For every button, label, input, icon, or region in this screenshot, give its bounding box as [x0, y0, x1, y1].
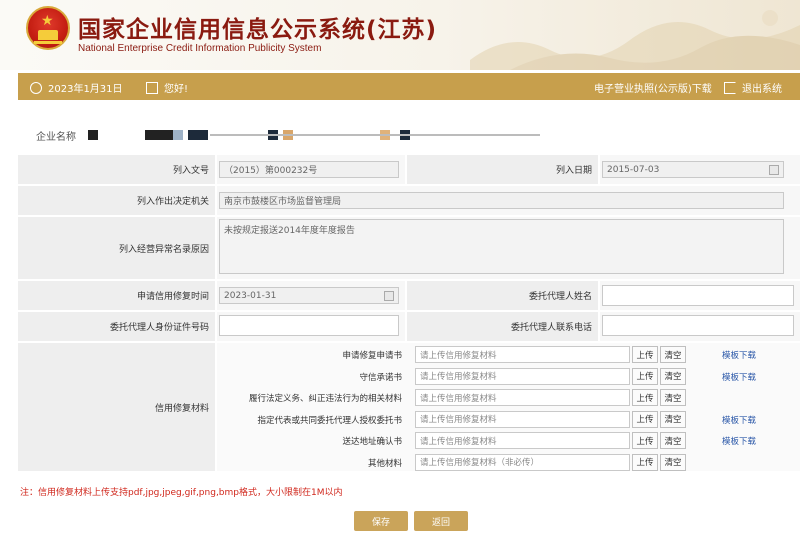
- template-download-link[interactable]: 模板下载: [722, 349, 756, 361]
- save-button[interactable]: 保存: [354, 511, 408, 531]
- redaction-block: [88, 130, 98, 140]
- agent-phone-label: 委托代理人联系电话: [407, 312, 598, 341]
- upload-note: 注：信用修复材料上传支持pdf,jpg,jpeg,gif,png,bmp格式，大…: [20, 488, 343, 498]
- material-file-input[interactable]: 请上传信用修复材料: [415, 389, 630, 406]
- clear-button[interactable]: 清空: [660, 389, 686, 406]
- date-text: 2023年1月31日: [48, 84, 123, 95]
- listed-doc-field: （2015）第000232号: [219, 161, 399, 178]
- listed-doc-label: 列入文号: [18, 155, 215, 184]
- upload-button[interactable]: 上传: [632, 389, 658, 406]
- material-file-input[interactable]: 请上传信用修复材料: [415, 346, 630, 363]
- apply-time-value: 2023-01-31: [224, 290, 277, 301]
- upload-button[interactable]: 上传: [632, 453, 658, 471]
- national-emblem-icon: ★: [26, 6, 70, 50]
- material-label: 履行法定义务、纠正违法行为的相关材料: [248, 394, 402, 404]
- agent-name-input[interactable]: [602, 285, 794, 306]
- material-label: 送达地址确认书: [342, 437, 402, 447]
- back-button[interactable]: 返回: [414, 511, 468, 531]
- logout-icon: [724, 81, 736, 94]
- listed-date-label: 列入日期: [407, 155, 598, 184]
- user-icon: [146, 81, 158, 94]
- template-download-link[interactable]: 模板下载: [722, 371, 756, 383]
- license-download-link[interactable]: 电子营业执照(公示版)下载: [594, 80, 712, 95]
- upload-button[interactable]: 上传: [632, 367, 658, 385]
- clear-button[interactable]: 清空: [660, 367, 686, 385]
- clear-button[interactable]: 清空: [660, 410, 686, 428]
- header-banner: ★ 国家企业信用信息公示系统(江苏) National Enterprise C…: [0, 0, 800, 70]
- material-label: 指定代表或共同委托代理人授权委托书: [257, 415, 402, 426]
- redaction-line: [210, 134, 540, 136]
- upload-button[interactable]: 上传: [632, 410, 658, 428]
- listed-date-field: 2015-07-03: [602, 161, 784, 178]
- apply-time-label: 申请信用修复时间: [18, 281, 215, 310]
- material-file-input[interactable]: 请上传信用修复材料: [415, 367, 630, 385]
- clear-button[interactable]: 清空: [660, 432, 686, 449]
- reason-field: 未按规定报送2014年度年度报告: [219, 219, 784, 274]
- listed-date-value: 2015-07-03: [607, 164, 660, 175]
- agent-name-label: 委托代理人姓名: [407, 281, 598, 310]
- landscape-decoration: [470, 10, 800, 70]
- redaction-block: [188, 130, 208, 140]
- apply-time-field: 2023-01-31: [219, 287, 399, 304]
- material-label: 其他材料: [367, 458, 402, 469]
- material-file-input[interactable]: 请上传信用修复材料: [415, 410, 630, 428]
- material-file-input[interactable]: 请上传信用修复材料（非必传）: [415, 453, 630, 471]
- logout-link[interactable]: 退出系统: [724, 80, 782, 95]
- system-subtitle: National Enterprise Credit Information P…: [78, 43, 322, 54]
- user-greeting: 您好!: [146, 80, 188, 95]
- top-toolbar: 2023年1月31日 您好! 电子营业执照(公示版)下载 退出系统: [18, 73, 800, 100]
- calendar-icon: [384, 290, 394, 301]
- calendar-icon: [769, 164, 779, 175]
- date-display: 2023年1月31日: [30, 80, 123, 95]
- clear-button[interactable]: 清空: [660, 346, 686, 363]
- material-label: 申请修复申请书: [342, 351, 402, 361]
- template-download-link[interactable]: 模板下载: [722, 414, 756, 426]
- material-file-input[interactable]: 请上传信用修复材料: [415, 432, 630, 449]
- redaction-block: [173, 130, 183, 140]
- company-name-label: 企业名称: [36, 132, 76, 143]
- greeting-text: 您好!: [164, 84, 189, 95]
- clear-button[interactable]: 清空: [660, 453, 686, 471]
- company-row: 企业名称: [0, 118, 800, 148]
- decision-org-label: 列入作出决定机关: [18, 186, 215, 215]
- upload-button[interactable]: 上传: [632, 432, 658, 449]
- material-label: 守信承诺书: [359, 372, 402, 383]
- agent-id-label: 委托代理人身份证件号码: [18, 312, 215, 341]
- clock-icon: [30, 81, 42, 94]
- template-download-link[interactable]: 模板下载: [722, 435, 756, 447]
- decision-org-field: 南京市鼓楼区市场监督管理局: [219, 192, 784, 209]
- upload-button[interactable]: 上传: [632, 346, 658, 363]
- reason-label: 列入经营异常名录原因: [18, 217, 215, 279]
- redaction-block: [145, 130, 173, 140]
- materials-label: 信用修复材料: [18, 343, 215, 471]
- system-title: 国家企业信用信息公示系统(江苏): [78, 17, 438, 43]
- agent-id-input[interactable]: [219, 315, 399, 336]
- agent-phone-input[interactable]: [602, 315, 794, 336]
